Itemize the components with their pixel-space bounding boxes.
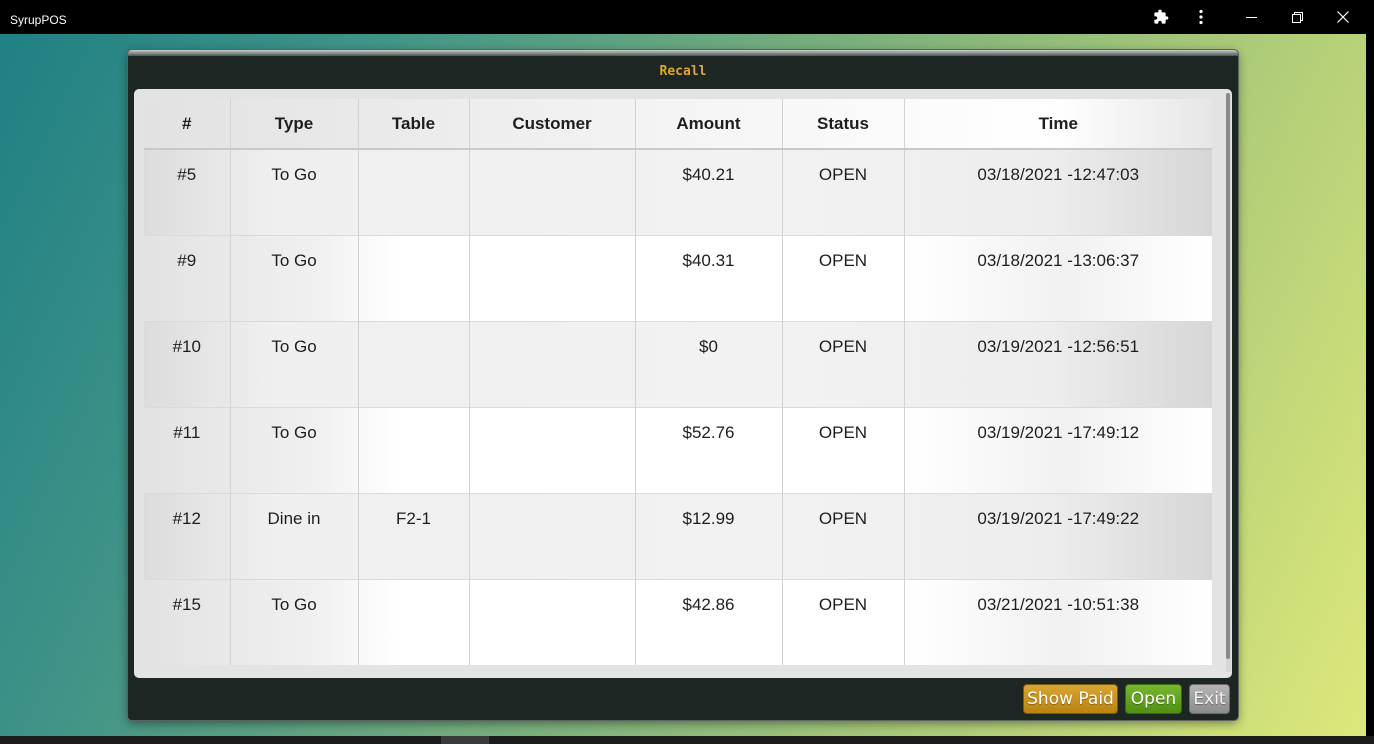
order-customer <box>469 149 636 235</box>
order-table <box>358 234 470 321</box>
order-customer <box>469 406 636 493</box>
dialog-title: Recall <box>659 64 707 79</box>
column-header-status[interactable]: Status <box>782 99 905 150</box>
column-header-amount[interactable]: Amount <box>635 99 783 150</box>
order-customer <box>469 234 636 321</box>
table-row[interactable]: #15 To Go $42.86 OPEN 03/21/2021 -10:51:… <box>144 578 1212 665</box>
order-table <box>358 406 470 493</box>
more-options-button[interactable] <box>1179 0 1223 34</box>
table-row[interactable]: #11 To Go $52.76 OPEN 03/19/2021 -17:49:… <box>144 406 1212 493</box>
taskbar <box>0 736 1374 744</box>
order-table: F2-1 <box>358 492 470 579</box>
order-time: 03/19/2021 -17:49:22 <box>904 492 1212 579</box>
restore-icon <box>1291 11 1303 23</box>
app-title: SyrupPOS <box>10 13 67 27</box>
order-type: To Go <box>230 320 359 407</box>
close-window-button[interactable] <box>1321 0 1365 34</box>
column-header-customer[interactable]: Customer <box>469 99 636 150</box>
table-header-row: # Type Table Customer Amount Status Time <box>144 99 1212 150</box>
recall-dialog: Recall # Type Table Customer Amount Stat… <box>128 50 1238 720</box>
restore-button[interactable] <box>1275 0 1319 34</box>
order-status: OPEN <box>782 320 905 407</box>
order-number: #9 <box>144 234 231 321</box>
minimize-button[interactable] <box>1229 0 1273 34</box>
order-amount: $40.21 <box>635 149 783 235</box>
order-number: #10 <box>144 320 231 407</box>
order-amount: $40.31 <box>635 234 783 321</box>
order-type: Dine in <box>230 492 359 579</box>
show-paid-button[interactable]: Show Paid <box>1023 684 1118 714</box>
order-type: To Go <box>230 578 359 665</box>
orders-panel: # Type Table Customer Amount Status Time… <box>134 89 1232 678</box>
order-type: To Go <box>230 149 359 235</box>
order-table <box>358 149 470 235</box>
table-row[interactable]: #10 To Go $0 OPEN 03/19/2021 -12:56:51 <box>144 320 1212 407</box>
column-header-number[interactable]: # <box>144 99 231 150</box>
order-amount: $12.99 <box>635 492 783 579</box>
window-titlebar: SyrupPOS <box>0 0 1374 34</box>
order-number: #5 <box>144 149 231 235</box>
order-number: #11 <box>144 406 231 493</box>
extensions-button[interactable] <box>1139 0 1183 34</box>
order-time: 03/18/2021 -12:47:03 <box>977 165 1140 184</box>
table-row[interactable]: #12 Dine in F2-1 $12.99 OPEN 03/19/2021 … <box>144 492 1212 579</box>
order-customer <box>469 492 636 579</box>
order-type: To Go <box>230 234 359 321</box>
order-status: OPEN <box>782 578 905 665</box>
order-number: #12 <box>144 492 231 579</box>
order-type: To Go <box>230 406 359 493</box>
order-amount: $0 <box>635 320 783 407</box>
order-status: OPEN <box>782 234 905 321</box>
table-row[interactable]: #9 To Go $40.31 OPEN 03/18/2021 -13:06:3… <box>144 234 1212 321</box>
order-status: OPEN <box>782 406 905 493</box>
taskbar-item[interactable] <box>441 736 489 744</box>
column-header-table[interactable]: Table <box>358 99 470 150</box>
order-status: OPEN <box>782 492 905 579</box>
column-header-type[interactable]: Type <box>230 99 359 150</box>
more-vert-icon <box>1198 9 1204 25</box>
order-table <box>358 578 470 665</box>
orders-table: # Type Table Customer Amount Status Time… <box>144 99 1212 665</box>
close-icon <box>1337 11 1349 23</box>
order-time: 03/19/2021 -17:49:12 <box>904 406 1212 493</box>
order-customer <box>469 578 636 665</box>
minimize-icon <box>1245 12 1257 23</box>
order-time: 03/19/2021 -12:56:51 <box>904 320 1212 407</box>
puzzle-icon <box>1153 9 1169 25</box>
order-amount: $42.86 <box>635 578 783 665</box>
window-edge <box>1366 34 1374 736</box>
column-header-time[interactable]: Time <box>904 99 1212 150</box>
scrollbar-thumb[interactable] <box>1226 93 1230 659</box>
open-button[interactable]: Open <box>1125 684 1182 714</box>
exit-button[interactable]: Exit <box>1189 684 1230 714</box>
order-time: 03/21/2021 -10:51:38 <box>904 578 1212 665</box>
order-table <box>358 320 470 407</box>
order-status: OPEN <box>782 149 905 235</box>
table-row[interactable]: #5 To Go $40.21 OPEN 03/18/2021 -12:47:0… <box>144 149 1212 235</box>
order-amount: $52.76 <box>635 406 783 493</box>
order-time: 03/18/2021 -13:06:37 <box>904 234 1212 321</box>
order-number: #15 <box>144 578 231 665</box>
order-customer <box>469 320 636 407</box>
